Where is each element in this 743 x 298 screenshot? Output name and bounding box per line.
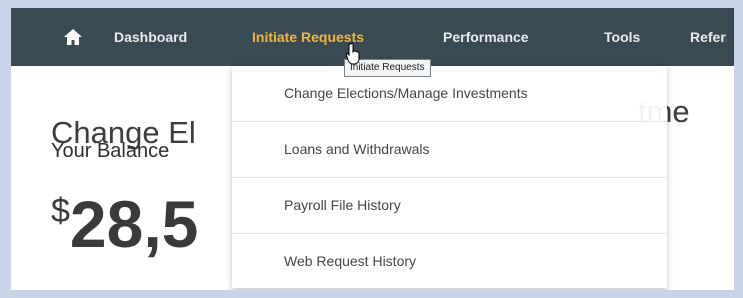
balance-amount: $28,5 bbox=[51, 186, 198, 262]
nav-refer[interactable]: Refer bbox=[690, 8, 726, 66]
nav-performance[interactable]: Performance bbox=[443, 8, 529, 66]
dropdown-item-change-elections[interactable]: Change Elections/Manage Investments bbox=[232, 66, 667, 122]
currency-symbol: $ bbox=[51, 192, 70, 230]
home-icon[interactable] bbox=[63, 27, 83, 47]
nav-tools[interactable]: Tools bbox=[604, 8, 640, 66]
dropdown-item-loans-withdrawals[interactable]: Loans and Withdrawals bbox=[232, 122, 667, 178]
app-window: Dashboard Initiate Requests Performance … bbox=[11, 8, 734, 290]
top-navbar: Dashboard Initiate Requests Performance … bbox=[11, 8, 734, 66]
initiate-requests-dropdown: Change Elections/Manage Investments Loan… bbox=[232, 66, 667, 288]
balance-value: 28,5 bbox=[69, 187, 199, 261]
nav-dashboard[interactable]: Dashboard bbox=[114, 8, 187, 66]
balance-label: Your Balance bbox=[51, 140, 170, 162]
dropdown-item-payroll-history[interactable]: Payroll File History bbox=[232, 178, 667, 234]
hand-cursor-icon bbox=[345, 43, 360, 65]
dropdown-item-web-request-history[interactable]: Web Request History bbox=[232, 234, 667, 289]
